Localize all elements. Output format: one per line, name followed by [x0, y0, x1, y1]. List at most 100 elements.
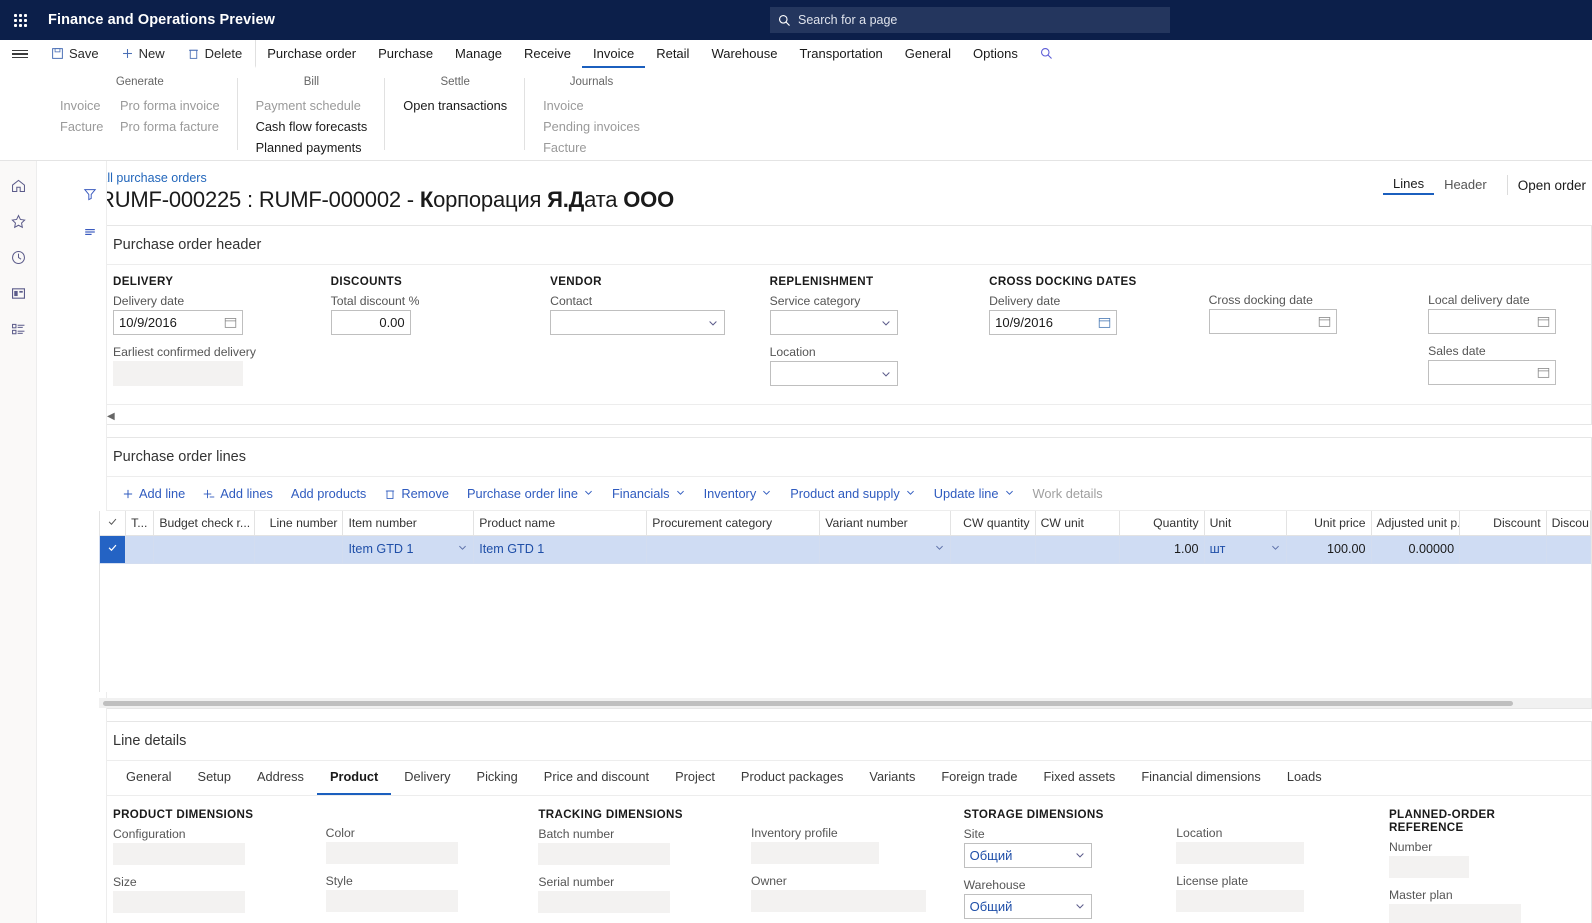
line-details-tab-setup[interactable]: Setup	[185, 761, 244, 795]
column-header-type[interactable]: T...	[125, 511, 155, 536]
column-header-category[interactable]: Procurement category	[646, 511, 821, 536]
ribbon-search-button[interactable]	[1029, 40, 1064, 68]
lines-toolbar-add-line[interactable]: Add line	[113, 483, 194, 504]
column-header-discount[interactable]: Discount	[1459, 511, 1547, 536]
column-header-discount2[interactable]: Discou	[1545, 511, 1592, 536]
filter-funnel-icon[interactable]	[74, 175, 106, 213]
line-details-tab-picking[interactable]: Picking	[464, 761, 531, 795]
recent-clock-icon[interactable]	[0, 239, 36, 275]
show-filters-icon[interactable]	[74, 213, 106, 251]
column-header-select[interactable]	[98, 511, 127, 536]
lines-horizontal-scrollbar[interactable]	[99, 697, 1591, 708]
cell-category[interactable]	[646, 534, 821, 564]
column-header-variant[interactable]: Variant number	[819, 511, 952, 536]
cell-linenum[interactable]	[253, 534, 344, 564]
star-icon[interactable]	[0, 203, 36, 239]
row-select-checkbox[interactable]	[98, 534, 127, 564]
calendar-icon[interactable]	[1537, 315, 1550, 328]
contact-select[interactable]	[550, 310, 726, 335]
calendar-icon[interactable]	[1318, 315, 1331, 328]
location-select[interactable]	[769, 361, 898, 386]
site-select[interactable]: Общий	[963, 842, 1092, 868]
local-delivery-date-input[interactable]	[1428, 309, 1557, 334]
save-button[interactable]: Save	[40, 40, 110, 68]
delete-button[interactable]: Delete	[176, 40, 254, 68]
calendar-icon[interactable]	[224, 316, 237, 329]
lines-toolbar-remove[interactable]: Remove	[375, 483, 458, 504]
line-details-tab-foreign-trade[interactable]: Foreign trade	[928, 761, 1030, 795]
cell-budget[interactable]	[153, 534, 255, 564]
chevron-down-icon[interactable]	[457, 542, 468, 556]
home-icon[interactable]	[0, 167, 36, 203]
chevron-down-icon[interactable]	[1074, 900, 1086, 912]
column-header-qty[interactable]: Quantity	[1119, 511, 1205, 536]
cell-cwqty[interactable]	[950, 534, 1036, 564]
line-details-tab-general[interactable]: General	[113, 761, 185, 795]
chevron-down-icon[interactable]	[880, 368, 892, 380]
service-category-select[interactable]	[769, 310, 898, 335]
scrollbar-thumb[interactable]	[103, 700, 1513, 706]
new-button[interactable]: New	[110, 40, 176, 68]
cell-variant[interactable]	[819, 534, 952, 564]
line-details-tab-fixed-assets[interactable]: Fixed assets	[1030, 761, 1128, 795]
column-header-cwqty[interactable]: CW quantity	[950, 511, 1036, 536]
line-details-tab-product[interactable]: Product	[316, 761, 392, 795]
line-details-tab-product-packages[interactable]: Product packages	[728, 761, 856, 795]
delivery-date-input[interactable]: 10/9/2016	[113, 310, 243, 335]
modules-list-icon[interactable]	[0, 311, 36, 347]
calendar-icon[interactable]	[1537, 366, 1550, 379]
cell-product[interactable]: Item GTD 1	[473, 534, 648, 564]
lines-toolbar-update-line[interactable]: Update line	[925, 483, 1024, 504]
ribbon-tab-receive[interactable]: Receive	[513, 40, 582, 68]
lines-toolbar-add-lines[interactable]: Add lines	[194, 483, 282, 504]
ribbon-item-open-transactions[interactable]: Open transactions	[399, 95, 511, 116]
view-tab-lines[interactable]: Lines	[1382, 176, 1435, 195]
purchase-order-header-title[interactable]: Purchase order header	[99, 226, 1591, 265]
line-details-tab-project[interactable]: Project	[662, 761, 728, 795]
cell-unit[interactable]: шт	[1203, 534, 1288, 564]
line-details-tab-delivery[interactable]: Delivery	[391, 761, 463, 795]
table-row[interactable]: Item GTD 1 Item GTD 1 1.00 шт 100.00 0.00000	[98, 534, 1592, 564]
breadcrumb[interactable]: All purchase orders	[37, 161, 207, 185]
column-header-item[interactable]: Item number	[342, 511, 475, 536]
total-discount-input[interactable]: 0.00	[330, 310, 411, 335]
scroll-left-icon[interactable]: ◀	[107, 411, 115, 422]
open-order-button[interactable]: Open order	[1518, 178, 1592, 193]
search-input[interactable]: Search for a page	[770, 7, 1170, 33]
lines-toolbar-add-products[interactable]: Add products	[282, 483, 375, 504]
line-details-tab-address[interactable]: Address	[244, 761, 317, 795]
view-tab-header[interactable]: Header	[1434, 177, 1497, 194]
lines-toolbar-purchase-order-line[interactable]: Purchase order line	[458, 483, 603, 504]
column-header-price[interactable]: Unit price	[1286, 511, 1372, 536]
navigation-menu-icon[interactable]	[0, 40, 40, 68]
chevron-down-icon[interactable]	[880, 317, 892, 329]
line-details-tab-price-and-discount[interactable]: Price and discount	[531, 761, 662, 795]
cell-cwunit[interactable]	[1034, 534, 1121, 564]
column-header-linenum[interactable]: Line number	[253, 511, 344, 536]
column-header-cwunit[interactable]: CW unit	[1034, 511, 1121, 536]
cell-discount2[interactable]	[1545, 534, 1592, 564]
ribbon-tab-purchase-order[interactable]: Purchase order	[255, 40, 367, 68]
column-header-adjprice[interactable]: Adjusted unit p...	[1370, 511, 1461, 536]
lines-toolbar-product-and-supply[interactable]: Product and supply	[781, 483, 925, 504]
cell-discount[interactable]	[1459, 534, 1547, 564]
app-launcher-icon[interactable]	[0, 13, 40, 27]
calendar-icon[interactable]	[1098, 316, 1111, 329]
chevron-down-icon[interactable]	[707, 317, 719, 329]
ribbon-tab-retail[interactable]: Retail	[645, 40, 700, 68]
ribbon-tab-general[interactable]: General	[894, 40, 962, 68]
cell-type[interactable]	[125, 534, 155, 564]
cell-qty[interactable]: 1.00	[1119, 534, 1205, 564]
cross-docking-delivery-date-input[interactable]: 10/9/2016	[989, 310, 1118, 335]
header-horizontal-scroll[interactable]: ◀	[99, 404, 1591, 424]
sales-date-input[interactable]	[1428, 360, 1557, 385]
cell-adjprice[interactable]: 0.00000	[1370, 534, 1461, 564]
chevron-down-icon[interactable]	[934, 542, 945, 556]
chevron-down-icon[interactable]	[1074, 849, 1086, 861]
line-details-tab-loads[interactable]: Loads	[1274, 761, 1335, 795]
chevron-down-icon[interactable]	[1270, 542, 1281, 556]
ribbon-item-cash-flow-forecasts[interactable]: Cash flow forecasts	[252, 116, 372, 137]
column-header-budget[interactable]: Budget check r...	[153, 511, 255, 536]
ribbon-tab-manage[interactable]: Manage	[444, 40, 513, 68]
ribbon-tab-purchase[interactable]: Purchase	[367, 40, 444, 68]
